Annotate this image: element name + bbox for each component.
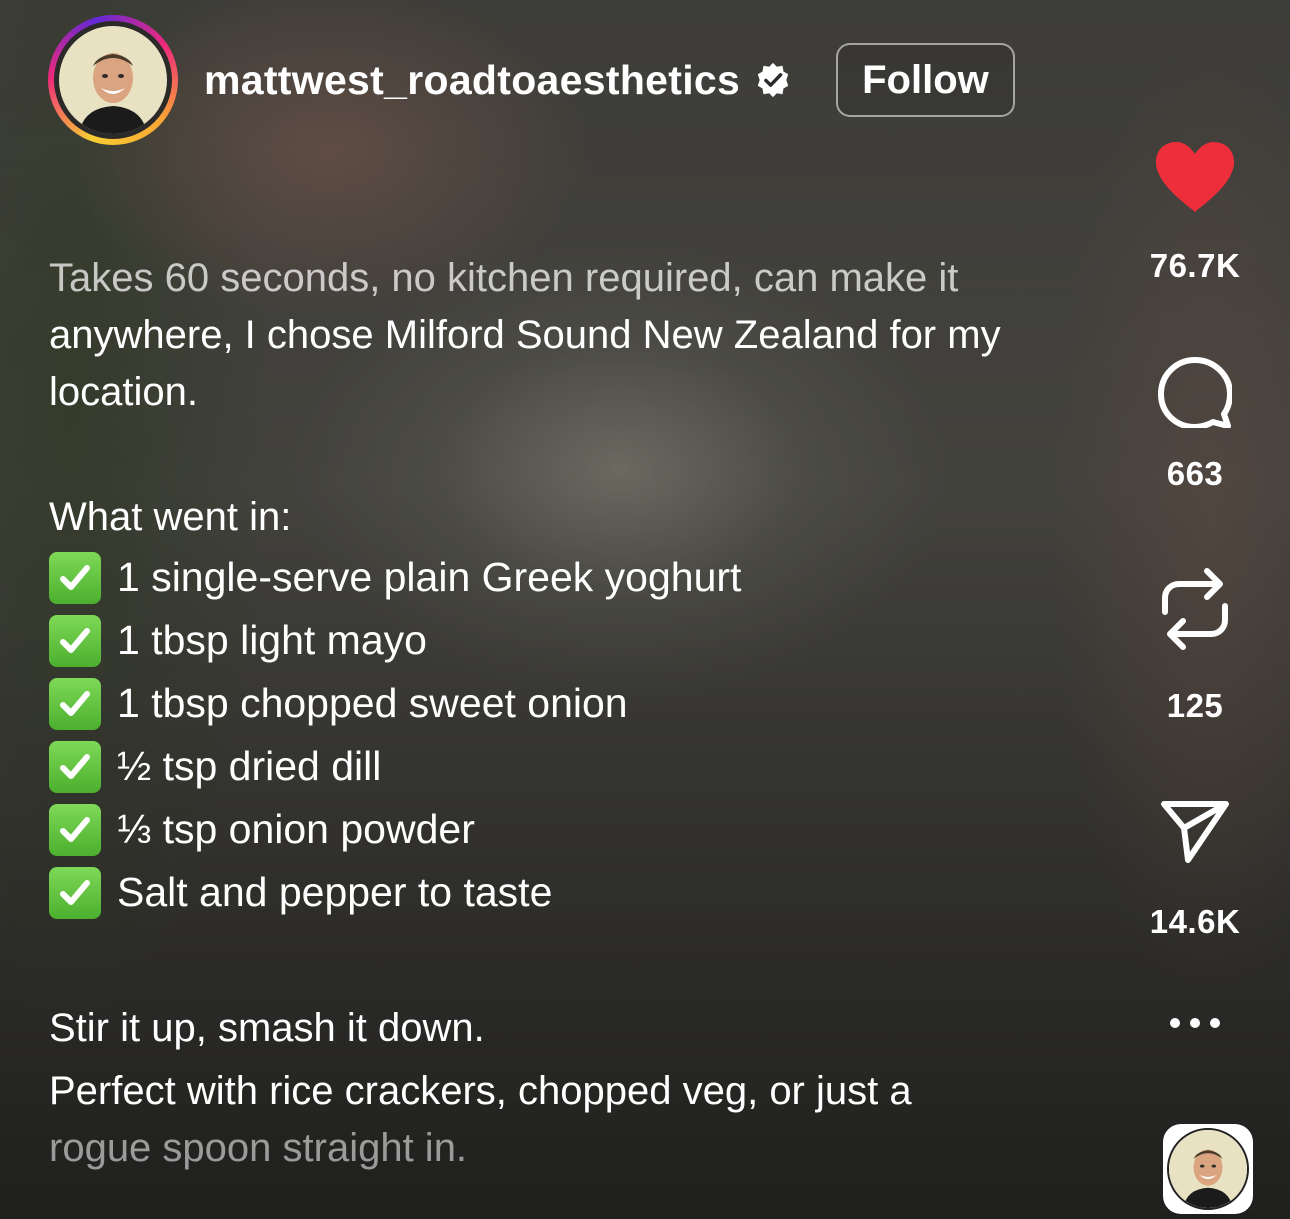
- reel-viewer: mattwest_roadtoaesthetics Follow Takes 6…: [0, 0, 1290, 1219]
- ingredient-text: 1 tbsp light mayo: [117, 617, 427, 663]
- action-rail: 76.7K 663 125 14.6K: [1100, 0, 1290, 1219]
- comment-count: 663: [1166, 455, 1224, 492]
- caption-line: location.: [49, 370, 198, 414]
- heart-icon: [1154, 140, 1236, 219]
- original-audio-button[interactable]: [1163, 1124, 1253, 1214]
- caption-line: Stir it up, smash it down.: [49, 1006, 485, 1050]
- post-header: mattwest_roadtoaesthetics Follow: [48, 14, 1015, 146]
- share-count: 14.6K: [1149, 903, 1241, 940]
- caption-line: Perfect with rice crackers, chopped veg,…: [49, 1069, 912, 1113]
- follow-button[interactable]: Follow: [836, 43, 1015, 117]
- ingredient-item: 1 tbsp chopped sweet onion: [49, 672, 1109, 735]
- ingredient-item: 1 tbsp light mayo: [49, 609, 1109, 672]
- green-checkmark-icon: [49, 866, 101, 919]
- paper-plane-icon: [1160, 798, 1230, 869]
- caption-line: Takes 60 seconds, no kitchen required, c…: [49, 256, 959, 300]
- ingredients-heading: What went in:: [49, 495, 292, 539]
- ingredient-item: Salt and pepper to taste: [49, 861, 1109, 924]
- username[interactable]: mattwest_roadtoaesthetics: [204, 57, 740, 104]
- avatar: [59, 26, 167, 134]
- green-checkmark-icon: [49, 740, 101, 793]
- profile-avatar-story-ring[interactable]: [48, 15, 178, 145]
- like-count: 76.7K: [1149, 247, 1241, 284]
- green-checkmark-icon: [49, 803, 101, 856]
- caption-line: anywhere, I chose Milford Sound New Zeal…: [49, 313, 1001, 357]
- verified-badge-icon: [754, 61, 792, 99]
- comment-bubble-icon: [1158, 356, 1233, 433]
- ingredient-item: ⅓ tsp onion powder: [49, 798, 1109, 861]
- ingredient-text: 1 tbsp chopped sweet onion: [117, 680, 628, 726]
- ingredient-text: ½ tsp dried dill: [117, 743, 382, 789]
- ingredient-text: Salt and pepper to taste: [117, 869, 553, 915]
- green-checkmark-icon: [49, 677, 101, 730]
- ingredient-text: ⅓ tsp onion powder: [117, 806, 475, 852]
- post-caption: Takes 60 seconds, no kitchen required, c…: [49, 250, 1109, 1177]
- repost-button[interactable]: 125: [1100, 566, 1290, 725]
- audio-avatar: [1167, 1128, 1249, 1210]
- caption-line: rogue spoon straight in.: [49, 1126, 468, 1170]
- comment-button[interactable]: 663: [1100, 356, 1290, 493]
- more-dots-icon[interactable]: [1100, 1018, 1290, 1028]
- like-button[interactable]: 76.7K: [1100, 140, 1290, 285]
- ingredient-item: 1 single-serve plain Greek yoghurt: [49, 546, 1109, 609]
- green-checkmark-icon: [49, 614, 101, 667]
- green-checkmark-icon: [49, 551, 101, 604]
- ingredient-text: 1 single-serve plain Greek yoghurt: [117, 554, 742, 600]
- share-button[interactable]: 14.6K: [1100, 798, 1290, 941]
- repost-icon: [1159, 566, 1231, 657]
- ingredient-item: ½ tsp dried dill: [49, 735, 1109, 798]
- repost-count: 125: [1166, 687, 1224, 724]
